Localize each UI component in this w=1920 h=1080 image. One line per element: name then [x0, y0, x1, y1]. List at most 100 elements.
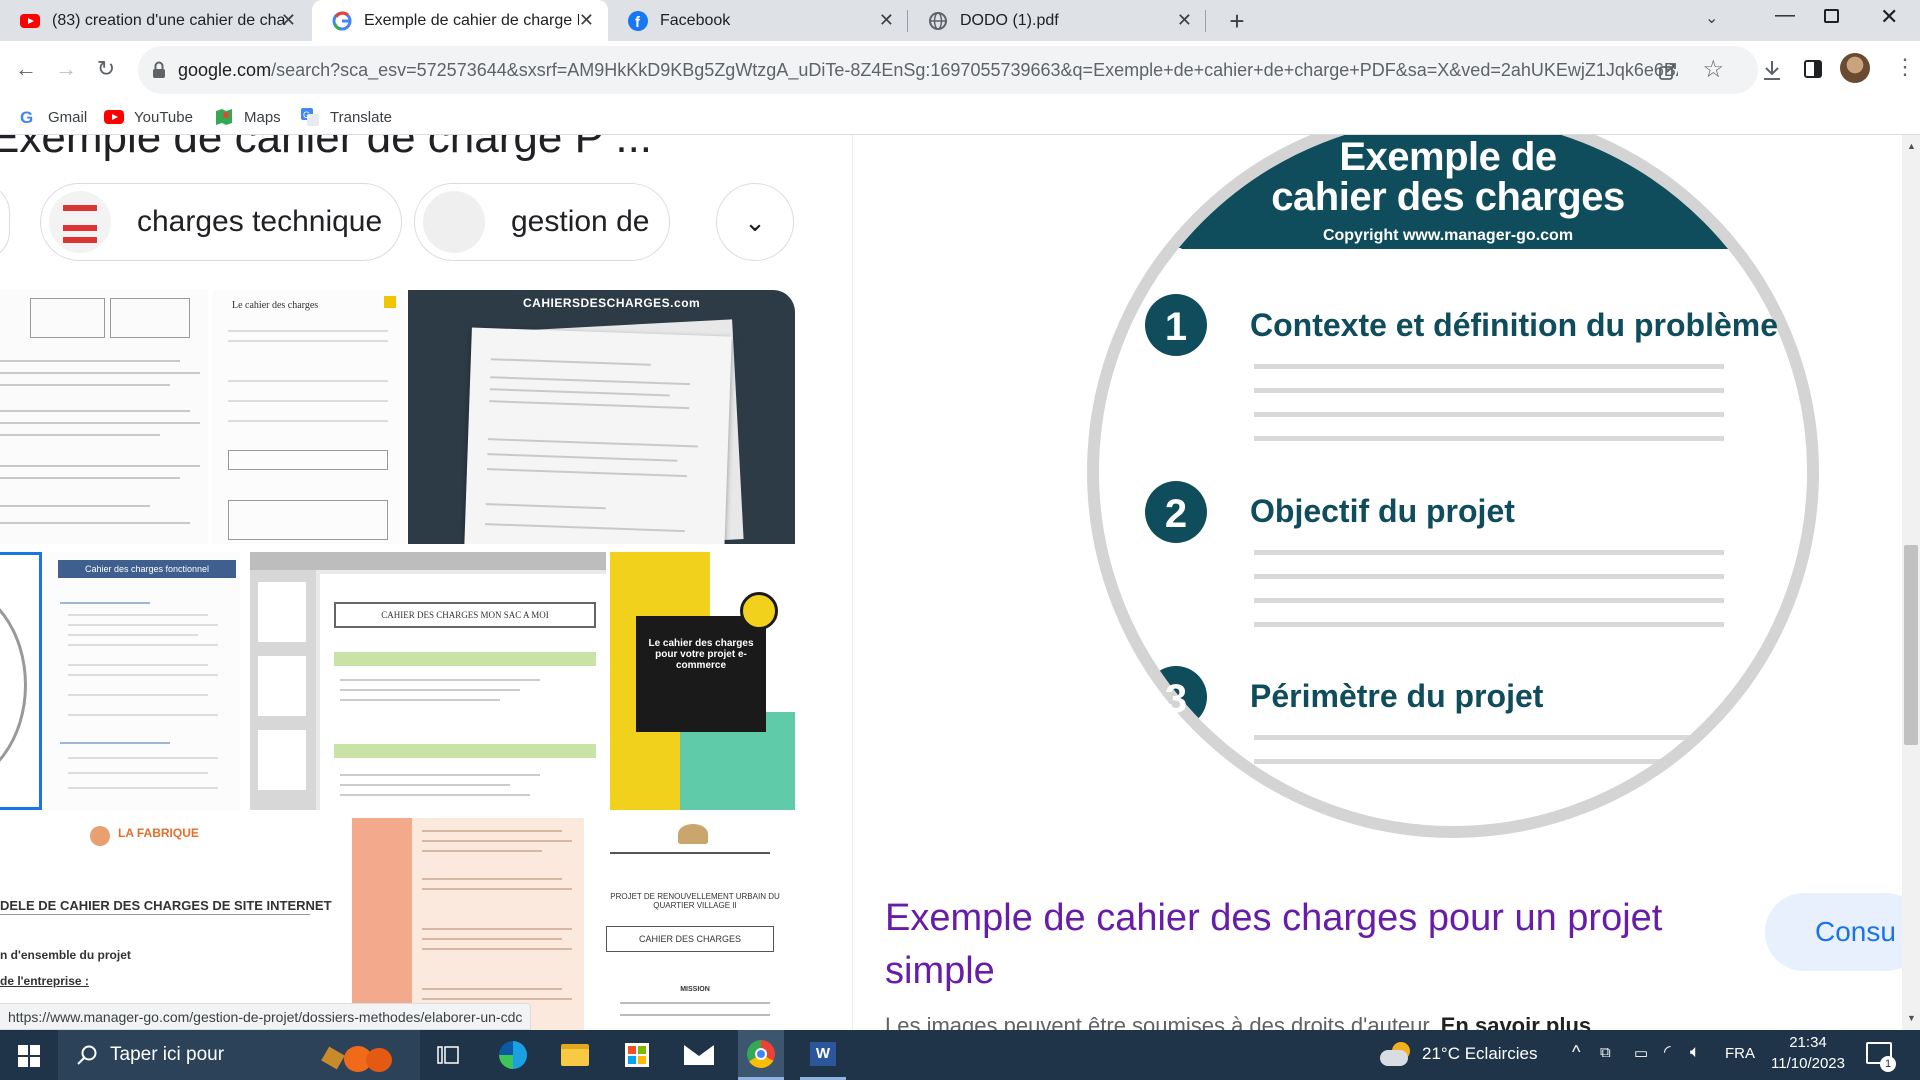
chip-thumbnail: [49, 191, 111, 253]
file-explorer-icon[interactable]: [552, 1035, 598, 1075]
chip-charges-technique[interactable]: charges technique: [40, 183, 402, 261]
globe-icon: [929, 11, 947, 30]
mail-icon[interactable]: [676, 1035, 722, 1075]
maps-icon: [216, 109, 232, 125]
volume-icon[interactable]: 🔈︎: [1690, 1042, 1700, 1062]
image-result[interactable]: PROJET DE RENOUVELLEMENT URBAIN DU QUART…: [590, 818, 795, 1030]
weather-cloud-icon[interactable]: [1380, 1040, 1414, 1070]
store-icon[interactable]: [614, 1035, 660, 1075]
image-result[interactable]: [0, 290, 208, 544]
chip-gestion-de[interactable]: gestion de: [414, 183, 670, 261]
preview-title-link[interactable]: Exemple de cahier des charges pour un pr…: [885, 892, 1735, 998]
facebook-icon: f: [628, 10, 648, 31]
item-number: 1: [1164, 305, 1188, 349]
tab-title: DODO (1).pdf: [960, 11, 1059, 29]
clock-time[interactable]: 21:34: [1770, 1034, 1846, 1051]
link-status-tooltip: https://www.manager-go.com/gestion-de-pr…: [0, 1003, 532, 1030]
bookmark-translate[interactable]: G Translate: [300, 104, 392, 130]
preview-image[interactable]: Exemple de cahier des charges Copyright …: [1062, 135, 1834, 855]
forward-arrow-icon[interactable]: →: [48, 51, 84, 87]
image-result[interactable]: CAHIERSDESCHARGES.com: [408, 290, 795, 544]
svg-text:G: G: [20, 108, 33, 127]
weather-text[interactable]: 21°C Eclaircies: [1422, 1044, 1537, 1064]
close-icon[interactable]: ✕: [579, 10, 594, 31]
language-indicator[interactable]: FRA: [1725, 1045, 1755, 1062]
image-results: Exemple de cahier de charge P ... charge…: [0, 135, 850, 1030]
bookmarks-bar: G Gmail YouTube Maps G Translate: [0, 99, 1920, 135]
image-result[interactable]: LA FABRIQUE DELE DE CAHIER DES CHARGES D…: [0, 818, 346, 1030]
battery-icon[interactable]: ▭: [1634, 1044, 1648, 1062]
address-bar[interactable]: google.com/search?sca_esv=572573644&sxsr…: [138, 46, 1758, 94]
side-panel-icon[interactable]: [1803, 59, 1823, 79]
tab-google-search[interactable]: Exemple de cahier de charge PDF ✕: [312, 0, 608, 41]
image-result[interactable]: Cahier des charges fonctionnel: [48, 552, 240, 810]
maximize-button[interactable]: [1824, 9, 1839, 23]
close-window-button[interactable]: ✕: [1880, 4, 1898, 30]
youtube-icon: [104, 110, 124, 124]
word-icon[interactable]: W: [800, 1030, 846, 1080]
tab-title: Facebook: [660, 11, 731, 29]
new-tab-button[interactable]: +: [1222, 6, 1252, 36]
consult-button[interactable]: Consu: [1765, 893, 1920, 971]
back-arrow-icon[interactable]: ←: [8, 51, 44, 87]
avatar[interactable]: [1840, 53, 1870, 83]
tab-title: Exemple de cahier de charge PDF: [364, 11, 579, 29]
image-result[interactable]: Le cahier des charges: [212, 290, 406, 544]
lock-icon: [153, 61, 165, 78]
share-icon[interactable]: [1658, 61, 1678, 81]
halloween-pumpkin-icon: [320, 1036, 410, 1076]
youtube-icon: [20, 13, 40, 28]
minimize-button[interactable]: —: [1767, 4, 1803, 34]
tab-youtube[interactable]: (83) creation d'une cahier de cha ✕: [0, 0, 310, 41]
url-text: google.com/search?sca_esv=572573644&sxsr…: [178, 59, 1678, 80]
close-icon[interactable]: ✕: [281, 10, 296, 31]
close-icon[interactable]: ✕: [1177, 10, 1192, 31]
scrollbar[interactable]: ▲ ▼: [1902, 135, 1920, 1030]
edge-browser-icon[interactable]: [490, 1035, 536, 1075]
item-label: Objectif du projet: [1250, 493, 1515, 529]
tray-chevron-icon[interactable]: ^: [1572, 1042, 1580, 1063]
chips-scroll-chevron-icon[interactable]: ⌄: [716, 183, 794, 261]
browser-toolbar: ← → ↻ google.com/search?sca_esv=57257364…: [0, 41, 1920, 99]
scrollbar-thumb[interactable]: [1904, 545, 1918, 745]
banner-title: Exemple de cahier des charges: [1271, 135, 1625, 219]
item-number: 2: [1164, 492, 1188, 536]
bookmark-star-icon[interactable]: ☆: [1702, 55, 1724, 84]
results-heading: Exemple de cahier de charge P ...: [0, 135, 653, 162]
notification-badge: 1: [1880, 1056, 1896, 1072]
page-content: Exemple de cahier de charge P ... charge…: [0, 135, 1920, 1030]
reload-icon[interactable]: ↻: [88, 51, 124, 87]
tab-search-chevron-icon[interactable]: ⌄: [1705, 8, 1718, 28]
item-label: Contexte et définition du problème: [1250, 307, 1779, 343]
tab-title: (83) creation d'une cahier de cha: [52, 11, 286, 29]
bookmark-youtube[interactable]: YouTube: [104, 104, 193, 130]
image-result[interactable]: Le cahier des charges pour votre projet …: [610, 552, 795, 810]
chip-thumbnail: [423, 191, 485, 253]
image-result[interactable]: [352, 818, 584, 1030]
wifi-icon[interactable]: ◜: [1664, 1042, 1671, 1062]
close-icon[interactable]: ✕: [879, 10, 894, 31]
item-label: Périmètre du projet: [1250, 678, 1544, 714]
translate-icon: G: [301, 108, 319, 126]
bookmark-maps[interactable]: Maps: [214, 104, 281, 130]
google-icon: [332, 11, 352, 30]
svg-text:G: G: [303, 110, 310, 120]
windows-taskbar: Taper ici pour W 21°C Eclaircies ^ ⧉ ▭ ◜…: [0, 1030, 1920, 1080]
clock-date[interactable]: 11/10/2023: [1770, 1055, 1846, 1072]
image-result-selected[interactable]: [0, 552, 42, 810]
item-number: 3: [1164, 677, 1188, 721]
bookmark-gmail[interactable]: G Gmail: [18, 104, 87, 130]
tab-dodo-pdf[interactable]: DODO (1).pdf ✕: [908, 0, 1206, 41]
tab-strip: (83) creation d'une cahier de cha ✕ Exem…: [0, 0, 1920, 41]
windows-start-icon[interactable]: [18, 1045, 40, 1067]
menu-kebab-icon[interactable]: ⋮: [1894, 53, 1916, 81]
tab-facebook[interactable]: f Facebook ✕: [608, 0, 908, 41]
chip-partial[interactable]: [0, 183, 10, 261]
task-view-icon[interactable]: [436, 1044, 460, 1066]
chrome-icon[interactable]: [738, 1030, 784, 1080]
image-result[interactable]: CAHIER DES CHARGES MON SAC A MOI: [250, 552, 606, 810]
learn-more-link[interactable]: En savoir plus: [1441, 1013, 1591, 1030]
taskbar-search-box[interactable]: Taper ici pour: [58, 1030, 420, 1080]
download-icon[interactable]: [1762, 59, 1782, 81]
network-device-icon[interactable]: ⧉: [1600, 1044, 1611, 1061]
